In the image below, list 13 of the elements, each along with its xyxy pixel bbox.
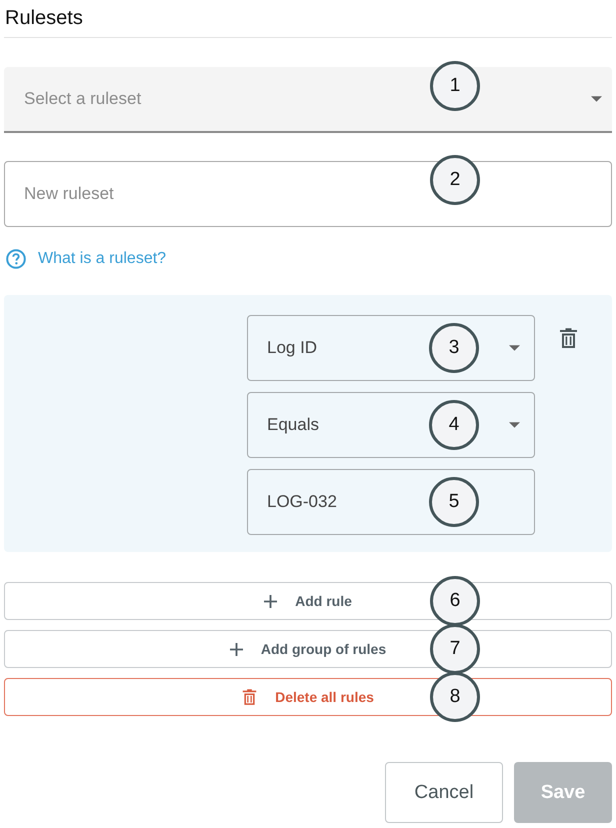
callout-marker: 7 [430,624,480,674]
cancel-button[interactable]: Cancel [385,762,503,823]
dialog-title: Rulesets [5,6,84,31]
caret-icon [509,422,520,428]
plus-icon [264,594,278,608]
trash-icon[interactable] [559,327,578,349]
callout-marker: 6 [430,576,480,626]
caret-icon [509,345,520,351]
callout-marker: 8 [430,672,480,722]
help-icon [6,249,26,269]
caret-icon [591,96,602,102]
plus-icon [230,642,243,656]
trash-icon [242,688,258,706]
